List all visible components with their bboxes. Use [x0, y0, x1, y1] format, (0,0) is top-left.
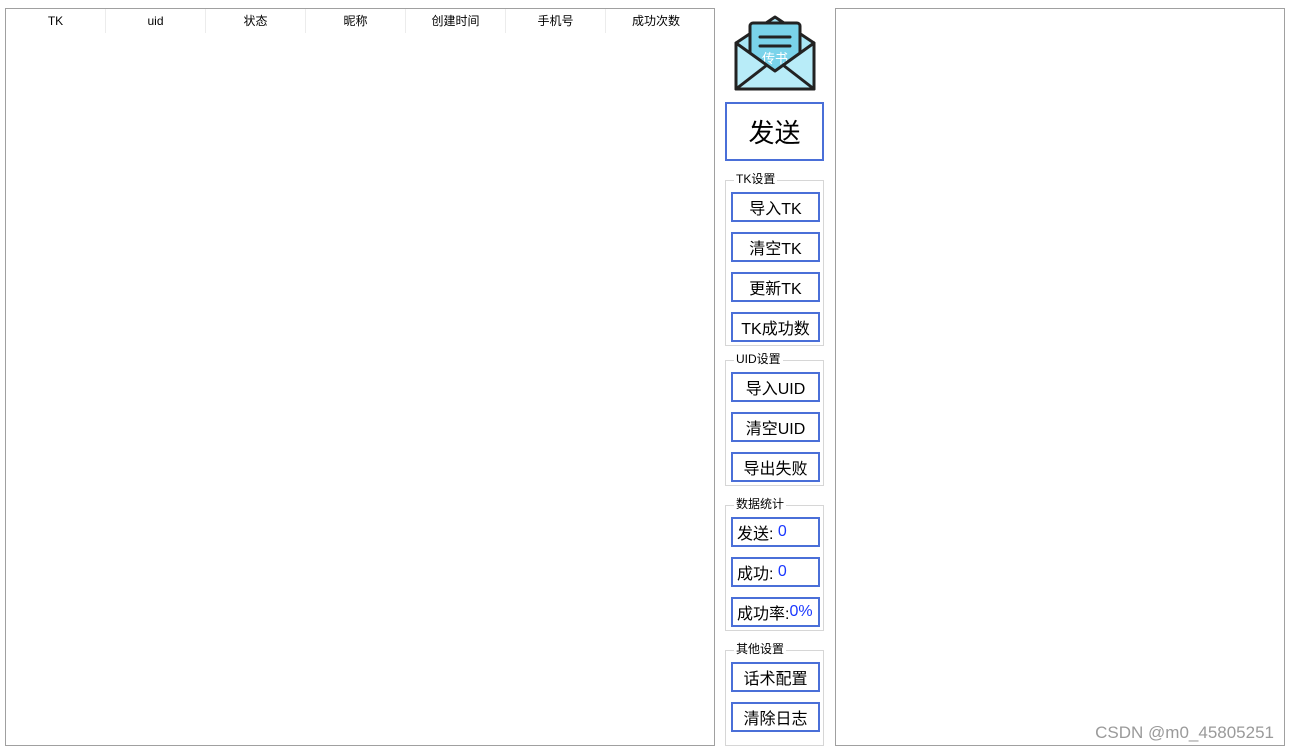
send-button[interactable]: 发送: [725, 102, 824, 161]
clear-uid-button[interactable]: 清空UID: [731, 412, 820, 442]
success-count-value: 0: [777, 563, 787, 580]
send-count-label: 发送:: [737, 526, 774, 543]
accounts-table[interactable]: TK uid 状态 昵称 创建时间 手机号 成功次数: [5, 8, 715, 746]
success-rate-value: 0%: [789, 603, 813, 620]
table-header: TK uid 状态 昵称 创建时间 手机号 成功次数: [6, 9, 714, 33]
tk-success-count-button[interactable]: TK成功数: [731, 312, 820, 342]
update-tk-button[interactable]: 更新TK: [731, 272, 820, 302]
success-count-stat: 成功: 0: [731, 557, 820, 587]
success-rate-stat: 成功率: 0%: [731, 597, 820, 627]
control-column: 传书 发送 TK设置 导入TK 清空TK 更新TK TK成功数 UID设置 导入…: [724, 8, 826, 746]
other-settings-title: 其他设置: [734, 642, 787, 656]
import-tk-button[interactable]: 导入TK: [731, 192, 820, 222]
send-count-value: 0: [777, 523, 787, 540]
column-header-success-count[interactable]: 成功次数: [606, 9, 706, 33]
success-count-label: 成功:: [737, 566, 774, 583]
column-header-status[interactable]: 状态: [206, 9, 306, 33]
tk-settings-title: TK设置: [734, 172, 778, 186]
clear-tk-button[interactable]: 清空TK: [731, 232, 820, 262]
column-header-created-time[interactable]: 创建时间: [406, 9, 506, 33]
send-count-stat: 发送: 0: [731, 517, 820, 547]
clear-log-button[interactable]: 清除日志: [731, 702, 820, 732]
uid-settings-title: UID设置: [734, 352, 783, 366]
stats-group: 数据统计 发送: 0 成功: 0 成功率: 0%: [725, 497, 824, 631]
export-failed-button[interactable]: 导出失败: [731, 452, 820, 482]
column-header-nickname[interactable]: 昵称: [306, 9, 406, 33]
watermark-text: CSDN @m0_45805251: [1095, 723, 1274, 742]
uid-settings-group: UID设置 导入UID 清空UID 导出失败: [725, 352, 824, 486]
envelope-letter-icon: 传书: [732, 13, 818, 93]
column-header-tk[interactable]: TK: [6, 9, 106, 33]
stats-title: 数据统计: [734, 497, 787, 511]
log-panel[interactable]: [835, 8, 1285, 746]
column-header-phone[interactable]: 手机号: [506, 9, 606, 33]
column-header-uid[interactable]: uid: [106, 9, 206, 33]
other-settings-group: 其他设置 话术配置 清除日志: [725, 642, 824, 746]
success-rate-label: 成功率:: [737, 606, 790, 623]
tk-settings-group: TK设置 导入TK 清空TK 更新TK TK成功数: [725, 172, 824, 346]
script-config-button[interactable]: 话术配置: [731, 662, 820, 692]
import-uid-button[interactable]: 导入UID: [731, 372, 820, 402]
